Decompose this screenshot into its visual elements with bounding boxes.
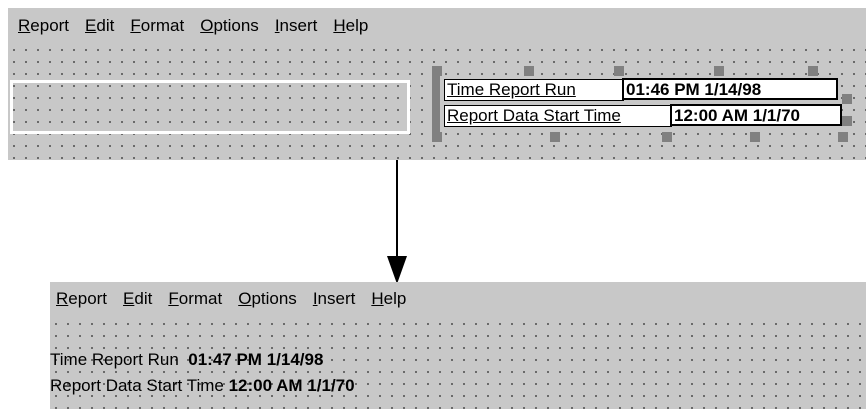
selection-handle[interactable]	[662, 132, 672, 142]
report-line-time-run: Time Report Run 01:47 PM 1/14/98	[50, 350, 323, 370]
time-report-run-label: Time Report Run	[50, 350, 179, 369]
selection-handle[interactable]	[550, 132, 560, 142]
menu-edit-rest: dit	[134, 289, 153, 308]
report-data-start-label: Report Data Start Time	[50, 376, 224, 395]
report-designer-after: Report Edit Format Options Insert Help T…	[50, 282, 866, 409]
selection-edge-left[interactable]	[432, 76, 440, 134]
selection-handle[interactable]	[714, 66, 724, 76]
menu-format-rest: ormat	[140, 16, 185, 35]
selection-handle[interactable]	[842, 116, 852, 126]
selection-handle[interactable]	[808, 66, 818, 76]
field-time-report-run-value[interactable]: 01:46 PM 1/14/98	[622, 78, 838, 100]
menu-report[interactable]: Report	[18, 16, 69, 36]
field-report-data-start-label[interactable]: Report Data Start Time	[444, 105, 672, 127]
menu-insert-rest: nsert	[279, 16, 318, 35]
menu-help-rest: elp	[345, 16, 369, 35]
selection-handle[interactable]	[750, 132, 760, 142]
selection-handle[interactable]	[614, 66, 624, 76]
selection-handle[interactable]	[432, 132, 442, 142]
menu-edit[interactable]: Edit	[123, 289, 152, 309]
menu-insert[interactable]: Insert	[313, 289, 356, 309]
menu-report-rest: eport	[30, 16, 70, 35]
selection-handle[interactable]	[524, 66, 534, 76]
menu-insert[interactable]: Insert	[275, 16, 318, 36]
menu-help[interactable]: Help	[333, 16, 368, 36]
field-report-data-start-value[interactable]: 12:00 AM 1/1/70	[670, 104, 842, 126]
time-report-run-value: 01:47 PM 1/14/98	[188, 350, 324, 369]
menu-insert-rest: nsert	[317, 289, 356, 308]
menu-edit-rest: dit	[96, 16, 115, 35]
empty-report-field[interactable]	[10, 80, 410, 134]
menu-bar: Report Edit Format Options Insert Help	[8, 8, 866, 44]
report-line-data-start: Report Data Start Time 12:00 AM 1/1/70	[50, 376, 355, 396]
selection-handle[interactable]	[838, 132, 848, 142]
menu-options-rest: ptions	[213, 16, 259, 35]
menu-options[interactable]: Options	[238, 289, 297, 309]
menu-format[interactable]: Format	[168, 289, 222, 309]
menu-help[interactable]: Help	[371, 289, 406, 309]
report-data-start-value: 12:00 AM 1/1/70	[228, 376, 355, 395]
report-designer-before: Report Edit Format Options Insert Help T…	[8, 8, 866, 160]
menu-format-rest: ormat	[178, 289, 223, 308]
menu-options-rest: ptions	[251, 289, 297, 308]
menu-report-rest: eport	[68, 289, 108, 308]
menu-help-rest: elp	[383, 289, 407, 308]
menu-bar: Report Edit Format Options Insert Help	[50, 282, 866, 316]
field-time-report-run-label[interactable]: Time Report Run	[444, 79, 624, 101]
menu-edit[interactable]: Edit	[85, 16, 114, 36]
menu-format[interactable]: Format	[130, 16, 184, 36]
menu-options[interactable]: Options	[200, 16, 259, 36]
selection-handle[interactable]	[432, 66, 442, 76]
menu-report[interactable]: Report	[56, 289, 107, 309]
selection-handle[interactable]	[842, 94, 852, 104]
down-arrow-icon	[387, 160, 407, 284]
